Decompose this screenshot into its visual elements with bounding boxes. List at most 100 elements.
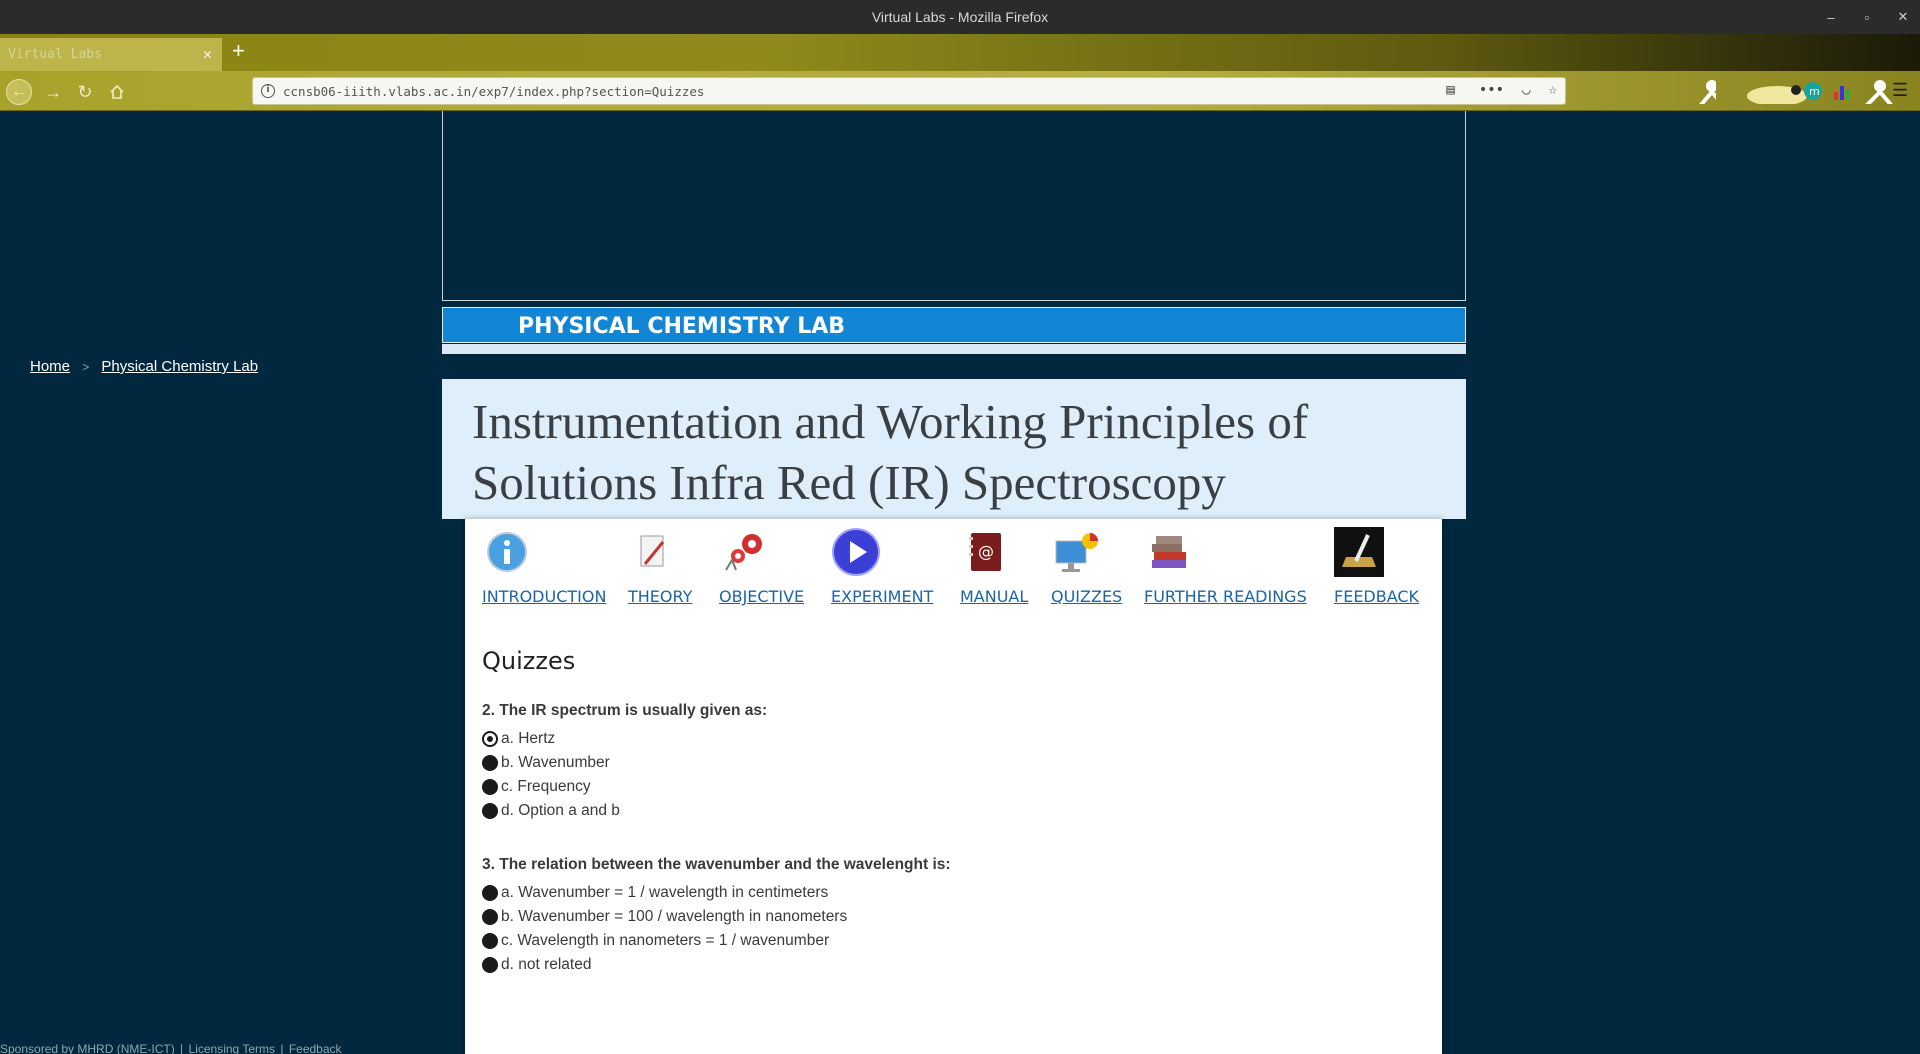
- answer-option[interactable]: d. not related: [482, 953, 1382, 977]
- radio-button[interactable]: [482, 803, 498, 819]
- content-panel: INTRODUCTION THEORY OBJECTIVE EXPERIMENT: [465, 519, 1442, 1054]
- answer-option[interactable]: b. Wavenumber = 100 / wavelength in nano…: [482, 905, 1382, 929]
- menu-item-theory[interactable]: THEORY: [628, 527, 692, 606]
- option-label: a. Hertz: [501, 730, 556, 747]
- window-titlebar: Virtual Labs - Mozilla Firefox – ▫ ✕: [0, 0, 1920, 34]
- answer-option[interactable]: a. Hertz: [482, 727, 1382, 751]
- answer-option[interactable]: a. Wavenumber = 1 / wavelength in centim…: [482, 881, 1382, 905]
- page-footer: Sponsored by MHRD (NME-ICT) | Licensing …: [0, 1042, 342, 1054]
- page-actions-icon[interactable]: •••: [1479, 82, 1504, 98]
- menu-item-experiment[interactable]: EXPERIMENT: [831, 527, 933, 606]
- radio-button[interactable]: [482, 731, 498, 747]
- footer-separator: |: [180, 1042, 184, 1054]
- tab-title: Virtual Labs: [8, 47, 102, 62]
- answer-option[interactable]: c. Wavelength in nanometers = 1 / wavenu…: [482, 929, 1382, 953]
- sponsor-link[interactable]: Sponsored by MHRD (NME-ICT): [0, 1042, 175, 1054]
- menu-link-further-readings[interactable]: FURTHER READINGS: [1144, 587, 1307, 606]
- breadcrumb-home-link[interactable]: Home: [30, 358, 70, 375]
- lab-bar-underline: [442, 344, 1466, 354]
- option-label: a. Wavenumber = 1 / wavelength in centim…: [501, 884, 829, 901]
- option-label: d. not related: [501, 956, 592, 973]
- minimize-icon[interactable]: –: [1824, 10, 1838, 25]
- home-icon[interactable]: [104, 79, 130, 105]
- url-text: ccnsb06-iiith.vlabs.ac.in/exp7/index.php…: [283, 83, 705, 99]
- menu-link-manual[interactable]: MANUAL: [960, 587, 1028, 606]
- close-tab-icon[interactable]: ✕: [203, 45, 212, 63]
- books-icon: [1144, 527, 1194, 577]
- figure-icon-2[interactable]: [1856, 78, 1896, 104]
- new-tab-icon[interactable]: +: [232, 40, 245, 62]
- menu-item-manual[interactable]: @ MANUAL: [960, 527, 1028, 606]
- back-icon[interactable]: ←: [6, 79, 32, 105]
- header-banner: [442, 111, 1466, 301]
- reader-view-icon[interactable]: ▤: [1446, 82, 1454, 98]
- menu-link-objective[interactable]: OBJECTIVE: [719, 587, 804, 606]
- question-text: 2. The IR spectrum is usually given as:: [482, 702, 768, 719]
- tab-strip: Virtual Labs ✕: [0, 34, 1920, 71]
- answer-option[interactable]: c. Frequency: [482, 775, 1382, 799]
- radio-button[interactable]: [482, 957, 498, 973]
- licensing-link[interactable]: Licensing Terms: [189, 1042, 275, 1054]
- menu-item-objective[interactable]: OBJECTIVE: [719, 527, 804, 606]
- site-info-icon[interactable]: i: [261, 84, 275, 98]
- radio-button[interactable]: [482, 779, 498, 795]
- option-label: b. Wavenumber: [501, 754, 610, 771]
- close-window-icon[interactable]: ✕: [1896, 9, 1910, 25]
- breadcrumb: Home > Physical Chemistry Lab: [30, 358, 258, 375]
- url-bar[interactable]: i ccnsb06-iiith.vlabs.ac.in/exp7/index.p…: [252, 77, 1566, 105]
- lab-title-bar: PHYSICAL CHEMISTRY LAB: [442, 307, 1466, 343]
- radio-button[interactable]: [482, 909, 498, 925]
- lab-name: PHYSICAL CHEMISTRY LAB: [518, 314, 846, 339]
- radio-button[interactable]: [482, 755, 498, 771]
- quill-icon: [1334, 527, 1384, 577]
- computer-icon: [1051, 527, 1101, 577]
- experiment-title-panel: Instrumentation and Working Principles o…: [442, 379, 1466, 519]
- window-title: Virtual Labs - Mozilla Firefox: [871, 9, 1049, 25]
- menu-item-quizzes[interactable]: QUIZZES: [1051, 527, 1122, 606]
- maximize-icon[interactable]: ▫: [1860, 10, 1874, 25]
- radio-button[interactable]: [482, 933, 498, 949]
- bookmark-star-icon[interactable]: ☆: [1549, 82, 1557, 98]
- svg-text:m: m: [1809, 85, 1820, 98]
- answer-option[interactable]: d. Option a and b: [482, 799, 1382, 823]
- menu-link-theory[interactable]: THEORY: [628, 587, 692, 606]
- menu-item-feedback[interactable]: FEEDBACK: [1334, 527, 1419, 606]
- option-label: d. Option a and b: [501, 802, 620, 819]
- quiz-question-3: 3. The relation between the wavenumber a…: [482, 856, 1382, 977]
- reload-icon[interactable]: ↻: [72, 79, 98, 105]
- experiment-menu: INTRODUCTION THEORY OBJECTIVE EXPERIMENT: [465, 519, 1442, 619]
- pencil-paper-icon: [628, 527, 678, 577]
- menu-item-further-readings[interactable]: FURTHER READINGS: [1144, 527, 1307, 606]
- figure-icon[interactable]: [1690, 78, 1716, 104]
- menu-link-quizzes[interactable]: QUIZZES: [1051, 587, 1122, 606]
- breadcrumb-separator: >: [82, 360, 90, 374]
- menu-item-introduction[interactable]: INTRODUCTION: [482, 527, 606, 606]
- answer-option[interactable]: b. Wavenumber: [482, 751, 1382, 775]
- menu-link-feedback[interactable]: FEEDBACK: [1334, 587, 1419, 606]
- browser-tab[interactable]: Virtual Labs ✕: [0, 38, 222, 71]
- page-viewport: PHYSICAL CHEMISTRY LAB Home > Physical C…: [0, 111, 1920, 1054]
- feedback-link[interactable]: Feedback: [289, 1042, 342, 1054]
- option-label: c. Frequency: [501, 778, 591, 795]
- quiz-question-2: 2. The IR spectrum is usually given as: …: [482, 702, 1382, 823]
- menu-hamburger-icon[interactable]: ☰: [1892, 80, 1908, 101]
- extension-badge-icon[interactable]: m: [1800, 78, 1826, 104]
- question-text: 3. The relation between the wavenumber a…: [482, 856, 951, 873]
- breadcrumb-lab-link[interactable]: Physical Chemistry Lab: [101, 358, 258, 375]
- gears-icon: [719, 527, 769, 577]
- section-title: Quizzes: [482, 647, 576, 675]
- chart-extension-icon[interactable]: [1828, 78, 1854, 104]
- play-icon: [831, 527, 881, 577]
- window-controls: – ▫ ✕: [1824, 0, 1910, 34]
- address-book-icon: @: [960, 527, 1010, 577]
- option-label: b. Wavenumber = 100 / wavelength in nano…: [501, 908, 848, 925]
- forward-icon[interactable]: →: [40, 79, 66, 105]
- pocket-icon[interactable]: ◡: [1522, 82, 1530, 98]
- info-icon: [482, 527, 532, 577]
- footer-separator: |: [280, 1042, 284, 1054]
- radio-button[interactable]: [482, 885, 498, 901]
- svg-text:@: @: [978, 542, 994, 561]
- menu-link-introduction[interactable]: INTRODUCTION: [482, 587, 606, 606]
- page-title: Instrumentation and Working Principles o…: [472, 394, 1309, 510]
- menu-link-experiment[interactable]: EXPERIMENT: [831, 587, 933, 606]
